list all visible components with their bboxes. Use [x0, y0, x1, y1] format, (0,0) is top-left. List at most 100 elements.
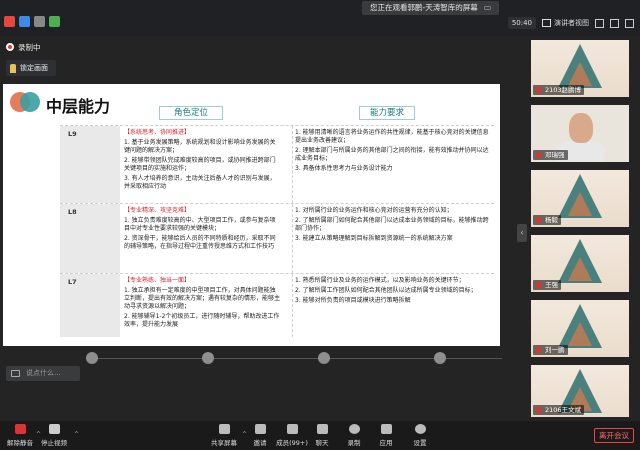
pin-icon [10, 63, 16, 73]
competency-table: L9 【系统思考、协同推进】 1. 基于业务发展策略，系统规划和设计影响业务发展… [60, 125, 494, 337]
participant-name: 刘一鹏 [533, 345, 568, 355]
requirement-cell: 1. 能够用清晰的语言将业务运作的共性规律，能基于核心竞对的关键信息提出业务改善… [292, 126, 492, 203]
role-item: 2. 能够辅导1-2个初级员工，进行随时辅导，帮助改进工作效率，提升能力发展 [124, 313, 280, 328]
record-icon [348, 424, 360, 434]
participant-name: 2103赵鹏博 [533, 85, 585, 95]
app-logo-icon [4, 16, 15, 27]
table-row: L7 【专业熟练、独当一面】 1. 独立承担有一定难度的中型项目工作，对具体问题… [60, 273, 494, 337]
mic-muted-icon [536, 152, 541, 158]
participant-name: 王强 [533, 280, 561, 290]
requirement-column-header: 能力要求 [359, 106, 415, 120]
requirement-item: 1. 能够用清晰的语言将业务运作的共性规律，能基于核心竞对的关键信息提出业务改善… [295, 129, 489, 144]
status-icons [4, 16, 60, 27]
requirement-item: 3. 具备体系性思考力与业务设计能力 [295, 165, 393, 172]
recording-label: 录制中 [18, 42, 41, 52]
settings-button[interactable]: 设置 [400, 424, 440, 447]
participant-name-text: 刘一鹏 [545, 346, 565, 354]
participant-name-text: 2103赵鹏博 [545, 86, 582, 94]
chevron-up-icon[interactable]: ^ [74, 431, 79, 438]
participant-name-text: 王强 [545, 281, 558, 289]
mic-muted-icon [536, 217, 541, 223]
participant-name-text: 邓瑞强 [545, 151, 565, 159]
slide-progress-dot[interactable] [318, 352, 330, 364]
chat-icon [316, 424, 328, 434]
role-heading: 【专业精深、攻坚克难】 [124, 207, 191, 214]
settings-label: 设置 [413, 439, 427, 447]
role-item: 2. 资深骨干，能够给后人员的不同特质和经历，采取不同的辅导策略，在指导过程中注… [124, 235, 276, 250]
top-right-controls: 50:40 演讲者视图 [507, 17, 634, 29]
share-screen-button[interactable]: 共享屏幕 [204, 424, 244, 447]
add-person-icon [254, 424, 266, 434]
mic-muted-icon [536, 282, 541, 288]
shared-slide: 中层能力 角色定位 能力要求 L9 【系统思考、协同推进】 1. 基于业务发展策… [3, 84, 500, 346]
leave-meeting-button[interactable]: 离开会议 [594, 428, 634, 443]
info-icon[interactable] [34, 16, 45, 27]
participant-tile[interactable]: 2103赵鹏博 [531, 40, 629, 97]
slide-progress-dot[interactable] [86, 352, 98, 364]
participant-tile[interactable]: 2106王文斌 [531, 365, 629, 417]
share-screen-icon [218, 424, 230, 434]
slide-title: 中层能力 [46, 97, 111, 116]
role-cell: 【专业精深、攻坚克难】 1. 独立负责难度较高的中、大型项目工作，或参与复杂项目… [122, 204, 282, 273]
meeting-timer: 50:40 [507, 17, 536, 29]
role-item: 3. 有人才培养的意识，主动关注后备人才的识别与发展，并采取相应行动 [124, 175, 276, 190]
record-dot-icon [6, 43, 14, 51]
person-face [569, 113, 593, 143]
bottom-toolbar: 解除静音 ^ 停止视频 ^ 共享屏幕 ^ 邀请 成员(99+) 聊天 录制 应用… [0, 421, 640, 450]
collapse-panel-handle[interactable]: ‹ [517, 224, 527, 242]
lock-screen-label: 锁定画面 [20, 64, 48, 72]
record-label: 录制 [347, 439, 361, 447]
level-cell: L9 [60, 126, 120, 203]
mute-label: 解除静音 [7, 439, 33, 447]
speaker-view-button[interactable]: 演讲者视图 [542, 18, 589, 28]
requirement-item: 2. 理解本部门与所属业务的其他部门之间的衔接，能有效推动并协同以达成业务目标； [295, 147, 489, 162]
slide-progress-dot[interactable] [434, 352, 446, 364]
role-item: 2. 能够带领团队完成难度较高的项目，或协同推进跨部门关键项目的实施和运作； [124, 157, 276, 172]
mic-muted-icon [536, 87, 541, 93]
apps-grid-icon [380, 424, 392, 434]
window-minimize-icon[interactable] [595, 18, 604, 28]
shield-icon [19, 16, 30, 27]
table-row: L9 【系统思考、协同推进】 1. 基于业务发展策略，系统规划和设计影响业务发展… [60, 125, 494, 203]
sharing-banner: 您正在观看郭鹏-天涛智库的屏幕 ▭ [362, 1, 500, 15]
minimize-icon[interactable]: ▭ [484, 1, 492, 15]
participant-name: 邓瑞强 [533, 150, 568, 160]
table-row: L8 【专业精深、攻坚克难】 1. 独立负责难度较高的中、大型项目工作，或参与复… [60, 203, 494, 273]
participant-tile[interactable]: 杨毅 [531, 170, 629, 227]
slide-progress-dot[interactable] [202, 352, 214, 364]
role-cell: 【专业熟练、独当一面】 1. 独立承担有一定难度的中型项目工作，对具体问题能独立… [122, 274, 282, 337]
participant-tile[interactable]: 刘一鹏 [531, 300, 629, 357]
participant-tile[interactable]: 邓瑞强 [531, 105, 629, 162]
camera-icon [48, 424, 60, 434]
gear-icon [414, 424, 426, 434]
meeting-window: 您正在观看郭鹏-天涛智库的屏幕 ▭ 50:40 演讲者视图 录制中 锁定画面 中… [0, 0, 640, 450]
participant-name-text: 2106王文斌 [545, 406, 582, 414]
participant-name: 杨毅 [533, 215, 561, 225]
stop-video-button[interactable]: 停止视频 [34, 424, 74, 447]
lock-screen-button[interactable]: 锁定画面 [6, 60, 56, 76]
role-item: 1. 独立承担有一定难度的中型项目工作，对具体问题能独立判断，提出有效的解决方案… [124, 287, 281, 310]
role-heading: 【专业熟练、独当一面】 [124, 277, 191, 284]
people-icon [286, 424, 298, 434]
role-item: 1. 基于业务发展策略，系统规划和设计影响业务发展的关键问题的解决方案； [124, 139, 276, 154]
role-column-header: 角色定位 [159, 106, 223, 120]
mic-muted-icon [536, 347, 541, 353]
chat-input[interactable]: 说点什么... [6, 366, 80, 381]
apps-label: 应用 [379, 439, 393, 447]
sharing-banner-text: 您正在观看郭鹏-天涛智库的屏幕 [370, 3, 478, 12]
stop-video-label: 停止视频 [41, 439, 67, 447]
invite-label: 邀请 [253, 439, 267, 447]
participant-tile[interactable]: 王强 [531, 235, 629, 292]
signal-icon [49, 16, 60, 27]
recording-indicator: 录制中 [6, 38, 41, 56]
role-cell: 【系统思考、协同推进】 1. 基于业务发展策略，系统规划和设计影响业务发展的关键… [122, 126, 282, 203]
requirement-item: 3. 能建立从策略理解到目标拆解到资源统一的系统解决方案 [295, 235, 453, 242]
window-maximize-icon[interactable] [610, 18, 619, 28]
role-heading: 【系统思考、协同推进】 [124, 129, 191, 136]
chat-placeholder: 说点什么... [26, 369, 61, 377]
requirement-item: 1. 熟悉所属行业及业务的运作模式，以及影响业务的关键环节； [295, 277, 465, 284]
participant-name: 2106王文斌 [533, 405, 585, 415]
grid-icon [542, 19, 551, 27]
requirement-item: 2. 了解所属工作团队如何配合其他团队以达成所属专业领域的目标； [295, 287, 477, 294]
window-close-icon[interactable] [625, 18, 634, 28]
